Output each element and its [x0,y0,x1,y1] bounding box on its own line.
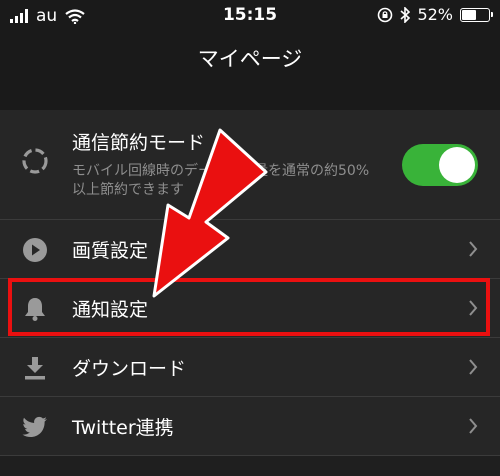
bottom-strip [0,456,500,476]
toggle-knob [439,147,475,183]
data-saver-description: モバイル回線時のデータ通信量を通常の約50%以上節約できます [72,163,370,198]
download-icon [20,355,50,381]
settings-item-label: Twitter連携 [72,417,174,439]
battery-percent: 52% [417,5,453,24]
data-saver-label: 通信節約モード [72,132,206,154]
bell-icon [20,296,50,322]
data-saver-row: 通信節約モード モバイル回線時のデータ通信量を通常の約50%以上節約できます [0,110,500,220]
settings-item-quality[interactable]: 画質設定 [0,220,500,279]
page-title: マイページ [197,47,303,71]
settings-item-label: 通知設定 [72,299,149,321]
battery-fill [462,9,476,20]
settings-item-label: 画質設定 [72,240,149,262]
status-bar: au 15:15 52% [0,0,500,30]
settings-item-notifications[interactable]: 通知設定 [0,279,500,338]
settings-item-twitter[interactable]: Twitter連携 [0,397,500,456]
settings-list: 通信節約モード モバイル回線時のデータ通信量を通常の約50%以上節約できます 画… [0,110,500,456]
section-gap [0,80,500,110]
status-right: 52% [377,5,493,24]
data-saver-toggle[interactable] [402,144,478,186]
bluetooth-icon [400,6,411,23]
chevron-right-icon [469,359,478,375]
rotation-lock-icon [378,7,393,22]
settings-item-download[interactable]: ダウンロード [0,338,500,397]
chevron-right-icon [469,241,478,257]
battery-icon [460,7,493,22]
data-saver-icon [20,148,50,174]
page-header: マイページ [0,30,500,80]
settings-item-label: ダウンロード [72,358,187,380]
chevron-right-icon [469,418,478,434]
chevron-right-icon [469,300,478,316]
twitter-icon [20,414,50,440]
play-circle-icon [20,237,50,263]
